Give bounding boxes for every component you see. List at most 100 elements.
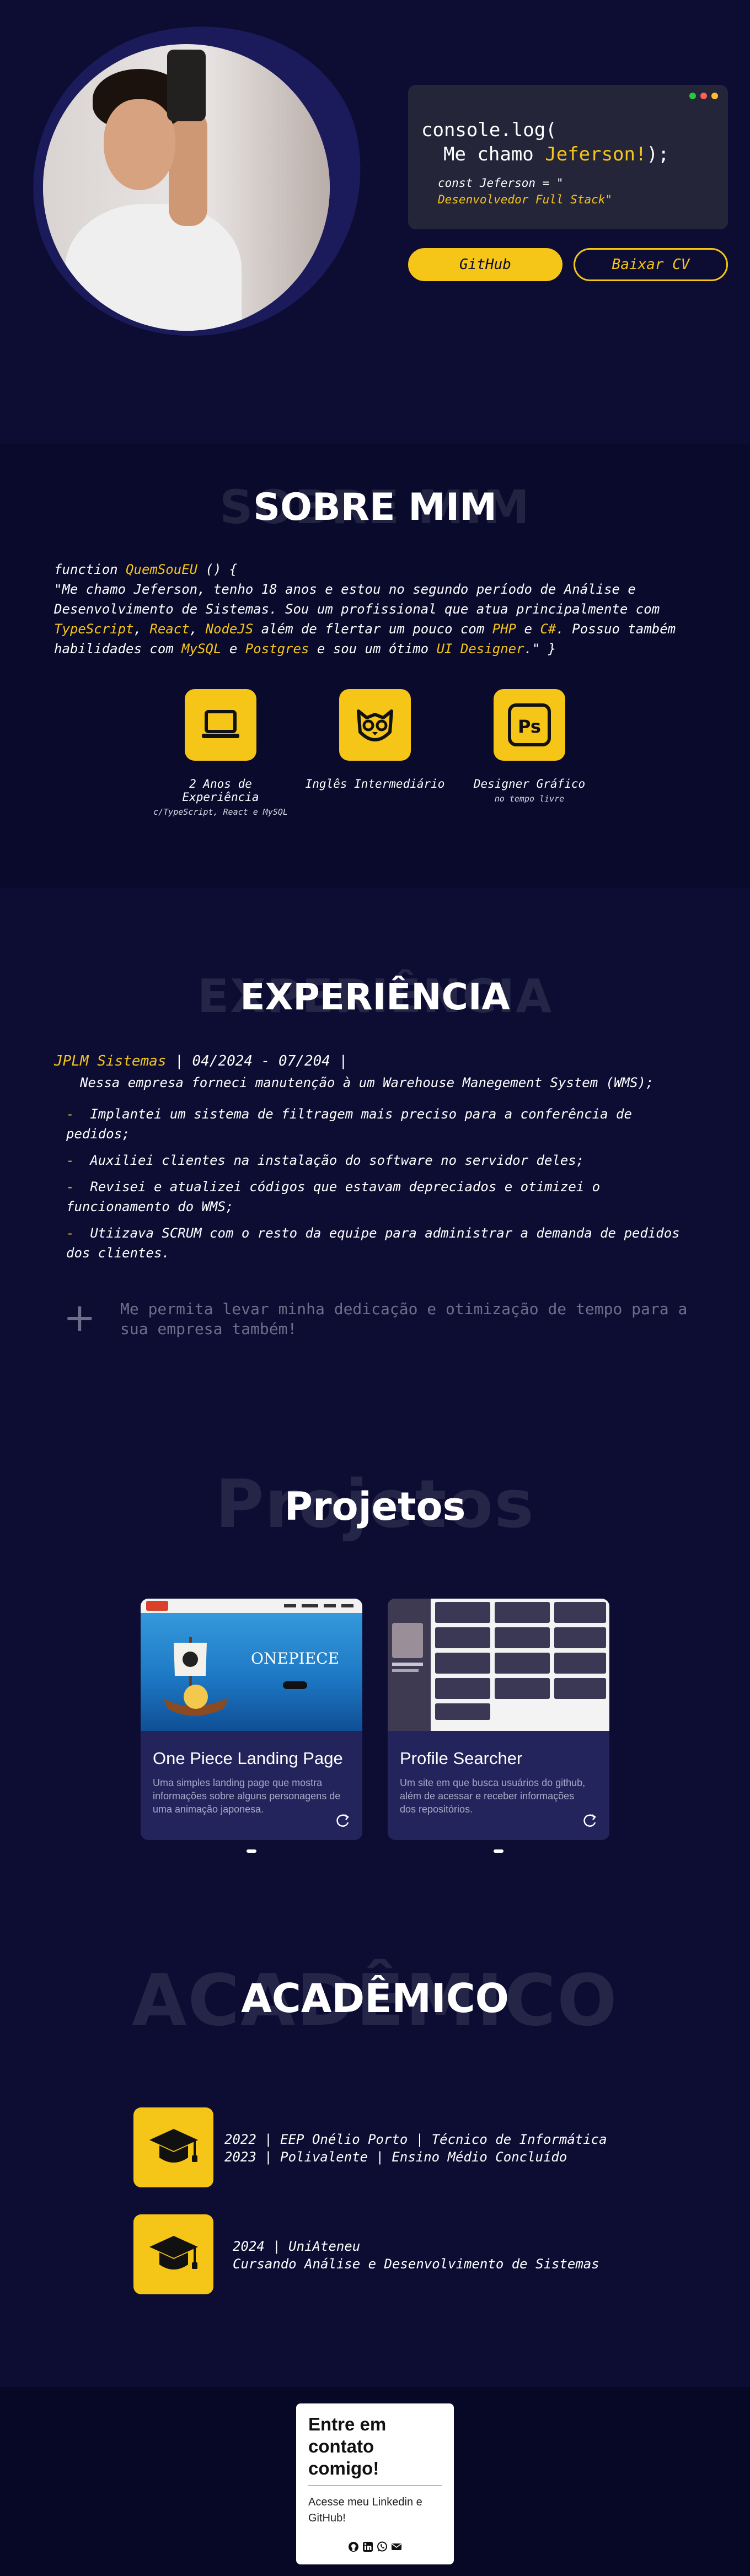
about-text-7: ." } [524,641,556,657]
project-description: Uma simples landing page que mostra info… [153,1777,341,1815]
experience-title: EXPERIÊNCIA [240,976,510,1018]
divider [308,2485,442,2486]
skill-subtitle: c/TypeScript, React e MySQL [153,807,288,817]
project-description: Um site em que busca usuários do github,… [400,1777,586,1815]
academic-item: 2022 | EEP Onélio Porto | Técnico de Inf… [133,2107,630,2187]
experience-period: | 04/2024 - 07/204 | [166,1053,348,1069]
about-text-5: e [221,641,245,657]
about-tech-postgres: Postgres [245,641,309,657]
academic-line: 2024 | UniAteneu [233,2239,361,2254]
academic-section: ACADÊMICO ACADÊMICO 2022 | EEP Onélio Po… [0,1883,750,2387]
code-line-role: Desenvolvedor Full Stack" [438,193,613,206]
academic-title: ACADÊMICO [241,1975,509,2021]
email-icon[interactable] [391,2541,402,2552]
experience-intro: Nessa empresa forneci manutenção à um Wa… [80,1075,654,1090]
whatsapp-icon[interactable] [377,2541,388,2552]
code-name-suffix: ); [646,143,669,165]
about-tech-typescript: TypeScript [54,621,134,637]
experience-item-text: Auxiliei clientes na instalação do softw… [90,1153,585,1168]
about-text-6: e sou um ótimo [309,641,437,657]
list-item: - Revisei e atualizei códigos que estava… [66,1179,601,1214]
about-sep-2: , [189,621,206,637]
svg-text:Ps: Ps [518,716,541,737]
github-icon[interactable] [348,2541,359,2552]
about-tech-react: React [149,621,190,637]
contact-text: Acesse meu Linkedin e GitHub! [308,2496,422,2524]
about-tech-php: PHP [492,621,517,637]
project-screenshot: ONEPIECE [141,1599,362,1731]
skill-title: Inglês Intermediário [305,777,445,790]
about-uidesigner: UI Designer [436,641,524,657]
academic-item: 2024 | UniAteneu Cursando Análise e Dese… [133,2214,630,2294]
code-window: console.log( Me chamo Jeferson!); const … [408,85,728,229]
about-section: SOBRE MIM SOBRE MIM function QuemSouEU (… [0,444,750,888]
external-link-icon[interactable] [582,1813,598,1829]
code-line-name: Me chamo Jeferson!); [421,143,716,165]
laptop-icon [185,689,256,761]
skill-designer: Ps Designer Gráfico no tempo livre [458,689,601,804]
project-card-profile-searcher[interactable]: Profile Searcher Um site em que busca us… [388,1599,609,1840]
onepiece-logo-text: ONEPIECE [251,1649,339,1668]
about-fn-keyword: function [54,562,126,577]
external-link-icon[interactable] [335,1813,351,1829]
skill-experience: 2 Anos de Experiência c/TypeScript, Reac… [149,689,292,817]
about-text-3: e [516,621,540,637]
about-title: SOBRE MIM [253,486,497,529]
hero-section: console.log( Me chamo Jeferson!); const … [0,0,750,444]
about-tech-mysql: MySQL [181,641,222,657]
experience-item-text: Revisei e atualizei códigos que estavam … [66,1179,601,1214]
linkedin-icon[interactable] [362,2541,373,2552]
about-text-2: além de flertar um pouco com [253,621,492,637]
project-screenshot [388,1599,609,1731]
project-name: Profile Searcher [400,1749,523,1768]
code-line-const: const Jeferson = " [438,176,564,190]
window-controls [689,93,718,99]
graduation-cap-icon [133,2214,213,2294]
experience-item-text: Implantei um sistema de filtragem mais p… [66,1106,632,1142]
download-cv-button[interactable]: Baixar CV [574,248,728,281]
academic-lines: 2024 | UniAteneu Cursando Análise e Dese… [233,2238,599,2273]
code-name-prefix: Me chamo [443,143,545,165]
experience-cta: Me permita levar minha dedicação e otimi… [120,1300,688,1338]
code-name-highlight: Jeferson! [545,143,647,165]
graduation-cap-icon [133,2107,213,2187]
list-item: - Implantei um sistema de filtragem mais… [66,1106,632,1142]
carousel-indicator[interactable] [247,1849,256,1853]
code-line-console: console.log( [421,119,557,141]
about-fn-suffix: () { [197,562,238,577]
academic-line: 2023 | Polivalente | Ensino Médio Conclu… [224,2149,567,2165]
photoshop-icon: Ps [494,689,565,761]
carousel-indicator[interactable] [494,1849,503,1853]
github-button[interactable]: GitHub [408,248,562,281]
experience-item-text: Utiizava SCRUM com o resto da equipe par… [66,1225,680,1261]
window-dot-green [689,93,696,99]
plus-icon: + [63,1295,96,1340]
about-paragraph: function QuemSouEU () { "Me chamo Jefers… [54,560,699,659]
skill-english: Inglês Intermediário [303,689,447,794]
about-tech-node: NodeJS [205,621,254,637]
skill-title: Designer Gráfico [473,777,586,790]
about-fn-name: QuemSouEU [126,562,198,577]
experience-list: - Implantei um sistema de filtragem mais… [66,1104,684,1270]
academic-line: Cursando Análise e Desenvolvimento de Si… [233,2256,599,2272]
list-item: - Utiizava SCRUM com o resto da equipe p… [66,1225,680,1261]
academic-lines: 2022 | EEP Onélio Porto | Técnico de Inf… [224,2131,607,2166]
projects-title: Projetos [284,1484,466,1529]
experience-company: JPLM Sistemas [54,1053,167,1069]
window-dot-red [700,93,707,99]
window-dot-yellow [711,93,718,99]
contact-card: Entre em contato comigo! Acesse meu Link… [296,2403,454,2564]
project-card-onepiece[interactable]: ONEPIECE One Piece Landing Page Uma simp… [141,1599,362,1840]
about-text-1: "Me chamo Jeferson, tenho 18 anos e esto… [54,582,660,617]
contact-section: Entre em contato comigo! Acesse meu Link… [0,2387,750,2576]
about-tech-csharp: C# [540,621,556,637]
experience-heading: JPLM Sistemas | 04/2024 - 07/204 | [54,1053,347,1069]
skills-row: 2 Anos de Experiência c/TypeScript, Reac… [149,689,601,821]
about-function-line: function QuemSouEU () { [54,560,699,579]
skill-subtitle: no tempo livre [494,794,565,804]
academic-line: 2022 | EEP Onélio Porto | Técnico de Inf… [224,2132,607,2147]
experience-section: EXPERIÊNCIA EXPERIÊNCIA JPLM Sistemas | … [0,888,750,1439]
skill-title: 2 Anos de Experiência [182,777,259,804]
social-icons [296,2541,454,2552]
list-item: - Auxiliei clientes na instalação do sof… [66,1153,585,1168]
